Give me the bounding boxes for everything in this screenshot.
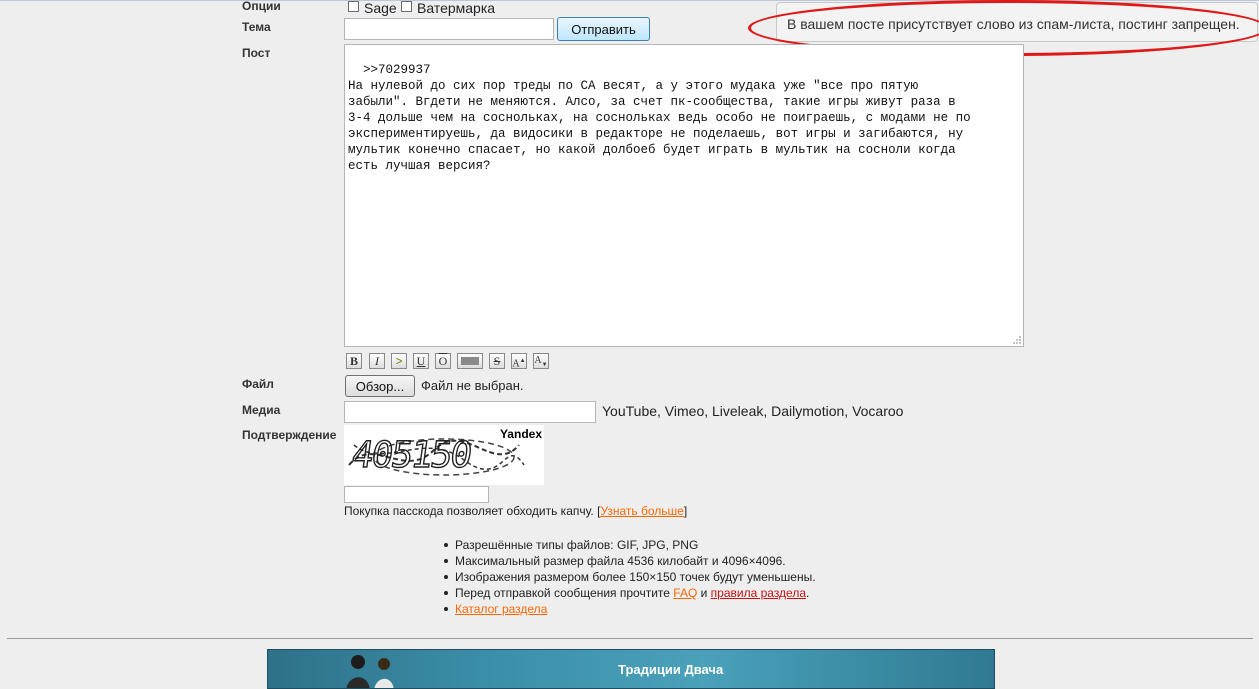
sage-label: Sage: [364, 0, 397, 16]
submit-button[interactable]: Отправить: [557, 17, 650, 41]
passcode-note: Покупка пасскода позволяет обходить капч…: [344, 504, 688, 518]
underline-button[interactable]: U: [413, 353, 429, 369]
resize-grip-icon[interactable]: [1012, 335, 1022, 345]
superscript-button[interactable]: A▲: [511, 353, 527, 369]
sage-checkbox[interactable]: [348, 1, 359, 12]
list-item: Разрешённые типы файлов: GIF, JPG, PNG: [441, 537, 816, 553]
post-textarea[interactable]: >>7029937 На нулевой до сих пор треды по…: [344, 44, 1024, 347]
yandex-logo: Yandex: [499, 427, 542, 441]
spoiler-button[interactable]: [457, 353, 483, 369]
captcha-input[interactable]: [344, 486, 489, 503]
post-text: >>7029937 На нулевой до сих пор треды по…: [348, 63, 971, 173]
strike-button[interactable]: S: [489, 353, 505, 369]
ad-banner[interactable]: Традиции Двача: [267, 649, 995, 689]
captcha-text: 405150: [348, 434, 473, 476]
post-label: Пост: [242, 46, 271, 60]
learn-more-link[interactable]: Узнать больше: [600, 504, 683, 518]
rules-list: Разрешённые типы файлов: GIF, JPG, PNG М…: [441, 537, 816, 617]
spoiler-bar-icon: [461, 357, 479, 365]
italic-button[interactable]: I: [369, 353, 385, 369]
list-item: Перед отправкой сообщения прочтите FAQ и…: [441, 585, 816, 601]
file-status: Файл не выбран.: [421, 378, 524, 393]
subscript-button[interactable]: A▼: [533, 353, 549, 369]
catalog-link[interactable]: Каталог раздела: [455, 602, 547, 616]
options-row: Sage Ватермарка: [348, 0, 508, 16]
media-hint: YouTube, Vimeo, Liveleak, Dailymotion, V…: [602, 403, 904, 419]
separator: [7, 638, 1253, 639]
banner-title: Традиции Двача: [618, 662, 724, 677]
faq-link[interactable]: FAQ: [673, 586, 697, 600]
list-item: Каталог раздела: [441, 601, 816, 617]
watermark-checkbox[interactable]: [401, 1, 412, 12]
list-item: Максимальный размер файла 4536 килобайт …: [441, 553, 816, 569]
browse-button[interactable]: Обзор...: [345, 375, 415, 397]
list-item: Изображения размером более 150×150 точек…: [441, 569, 816, 585]
board-rules-link[interactable]: правила раздела: [711, 586, 806, 600]
people-figures-icon: [346, 655, 394, 688]
media-label: Медиа: [242, 403, 281, 417]
media-input[interactable]: [344, 401, 596, 423]
quote-button[interactable]: >: [391, 353, 407, 369]
captcha-image: 405150 Yandex: [344, 425, 544, 485]
watermark-label: Ватермарка: [417, 0, 496, 16]
file-label: Файл: [242, 377, 274, 391]
subject-input[interactable]: [344, 18, 554, 40]
bold-button[interactable]: B: [346, 353, 362, 369]
captcha-label: Подтверждение: [242, 428, 337, 442]
subject-label: Тема: [242, 20, 271, 34]
options-label: Опции: [242, 0, 281, 13]
overline-button[interactable]: O: [435, 353, 451, 369]
